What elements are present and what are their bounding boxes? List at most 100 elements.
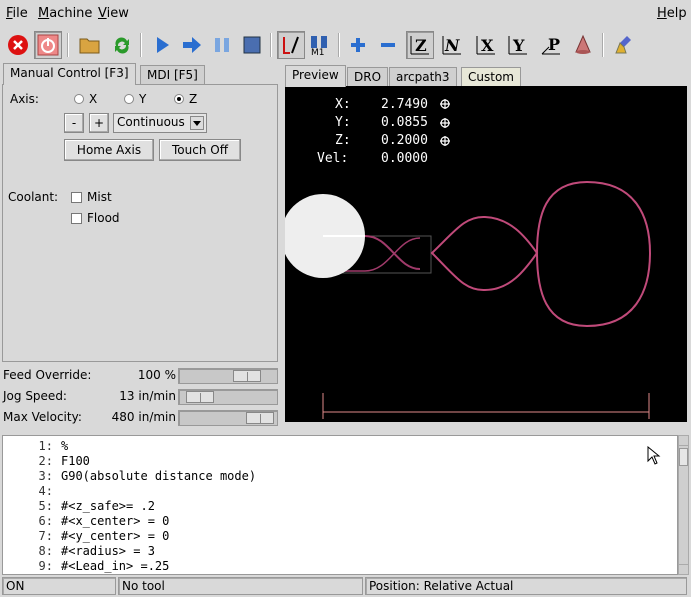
gcode-scrollbar[interactable] <box>678 435 689 575</box>
mist-checkbox[interactable] <box>71 192 82 203</box>
open-file-icon <box>79 38 100 54</box>
status-tool: No tool <box>118 577 363 595</box>
power-button[interactable] <box>34 31 62 59</box>
clear-plot-button[interactable] <box>610 31 638 59</box>
view-x-icon: X <box>476 36 495 55</box>
gcode-listing[interactable]: 1:% 2: F100 3: G90(absolute distance mode)… <box>2 435 678 575</box>
jog-speed-thumb[interactable] <box>186 391 214 403</box>
home-axis-button[interactable]: Home Axis <box>64 139 154 161</box>
stop-button[interactable] <box>238 31 266 59</box>
rotate-view-button[interactable] <box>569 31 597 59</box>
clear-plot-icon <box>615 36 631 54</box>
tab-dro[interactable]: DRO <box>347 67 389 86</box>
zoom-in-button[interactable] <box>344 31 372 59</box>
view-z-icon: Z <box>410 36 429 55</box>
flood-checkbox[interactable] <box>71 213 82 224</box>
axis-z-label: Z <box>189 92 198 106</box>
view-z2-button[interactable]: N <box>438 31 466 59</box>
axis-z-radio[interactable] <box>174 94 184 104</box>
scroll-thumb[interactable] <box>679 448 688 466</box>
jog-speed-label: Jog Speed: <box>3 389 67 403</box>
open-file-button[interactable] <box>76 31 104 59</box>
coolant-label: Coolant: <box>8 190 59 204</box>
optional-stop-button[interactable]: M1 <box>306 31 334 59</box>
feed-override-slider[interactable] <box>178 368 278 384</box>
max-velocity-slider[interactable] <box>178 410 278 426</box>
block-delete-icon <box>283 36 299 54</box>
max-velocity-label: Max Velocity: <box>3 410 82 424</box>
tab-mdi[interactable]: MDI [F5] <box>140 65 205 84</box>
tab-arcpath3[interactable]: arcpath3 <box>389 67 457 86</box>
chevron-down-icon <box>190 116 204 130</box>
view-z2-icon: N <box>442 36 461 55</box>
scroll-up-icon[interactable] <box>679 436 688 446</box>
preview-canvas[interactable]: X: 2.7490 Y: 0.0855 Z: 0.2000 Vel: 0.000… <box>285 86 687 422</box>
estop-icon <box>8 35 28 55</box>
jog-speed-slider[interactable] <box>178 389 278 405</box>
tab-manual-control[interactable]: Manual Control [F3] <box>3 63 136 85</box>
toolpath-plot <box>285 99 652 419</box>
touch-off-button[interactable]: Touch Off <box>159 139 241 161</box>
power-icon <box>37 34 59 56</box>
mouse-cursor-icon <box>647 446 661 465</box>
reload-icon <box>115 37 129 54</box>
svg-text:P: P <box>548 35 560 54</box>
view-z-button[interactable]: Z <box>406 31 434 59</box>
jog-mode-value: Continuous <box>117 115 185 129</box>
toolpath-arc-right <box>535 180 652 328</box>
extents-dimension <box>322 393 650 419</box>
jog-speed-value: 13 in/min <box>119 389 176 403</box>
pause-icon <box>215 38 229 52</box>
toolbar: M1 Z N X Y P <box>0 28 691 62</box>
menu-file[interactable]: File <box>6 6 28 21</box>
run-button[interactable] <box>148 31 176 59</box>
svg-text:N: N <box>443 36 461 55</box>
zoom-out-button[interactable] <box>374 31 402 59</box>
estop-button[interactable] <box>4 31 32 59</box>
max-velocity-value: 480 in/min <box>111 410 176 424</box>
menu-help[interactable]: Help <box>657 6 687 21</box>
menu-bar: File Machine View Help <box>0 0 691 28</box>
jog-plus-button[interactable]: + <box>89 113 109 133</box>
block-delete-button[interactable] <box>277 31 305 59</box>
tab-preview[interactable]: Preview <box>285 65 346 87</box>
svg-text:M1: M1 <box>311 48 325 56</box>
view-x-button[interactable]: X <box>472 31 500 59</box>
pause-button[interactable] <box>208 31 236 59</box>
axis-label: Axis: <box>10 92 39 106</box>
zoom-in-icon <box>351 38 365 52</box>
svg-text:Z: Z <box>415 36 427 55</box>
axis-x-radio[interactable] <box>74 94 84 104</box>
status-position: Position: Relative Actual <box>365 577 687 595</box>
axis-x-label: X <box>89 92 98 106</box>
axis-y-label: Y <box>139 92 147 106</box>
feed-override-value: 100 % <box>137 368 176 382</box>
menu-view[interactable]: View <box>98 6 129 21</box>
view-p-icon: P <box>541 35 560 55</box>
optional-stop-icon: M1 <box>311 36 327 56</box>
zoom-out-icon <box>381 43 395 47</box>
jog-minus-button[interactable]: - <box>64 113 84 133</box>
axis-y-radio[interactable] <box>124 94 134 104</box>
feed-override-label: Feed Override: <box>3 368 92 382</box>
rotate-view-icon <box>575 34 591 54</box>
svg-text:X: X <box>481 36 494 55</box>
menu-machine[interactable]: Machine <box>38 6 92 21</box>
manual-control-panel: Axis: X Y Z - + Continuous Home Axis Tou… <box>2 84 278 362</box>
jog-mode-select[interactable]: Continuous <box>113 113 207 133</box>
view-y-button[interactable]: Y <box>504 31 532 59</box>
tab-custom[interactable]: Custom <box>461 67 521 86</box>
status-machine-state: ON <box>2 577 116 595</box>
run-icon <box>157 37 169 53</box>
svg-text:Y: Y <box>512 36 525 55</box>
stop-icon <box>243 36 261 54</box>
feed-override-thumb[interactable] <box>233 370 261 382</box>
scroll-down-icon[interactable] <box>679 564 688 574</box>
toolpath-arc-left <box>430 215 539 292</box>
reload-button[interactable] <box>108 31 136 59</box>
view-p-button[interactable]: P <box>537 31 565 59</box>
homed-icon <box>440 99 450 146</box>
step-button[interactable] <box>178 31 206 59</box>
max-velocity-thumb[interactable] <box>246 412 274 424</box>
flood-label: Flood <box>87 211 120 225</box>
